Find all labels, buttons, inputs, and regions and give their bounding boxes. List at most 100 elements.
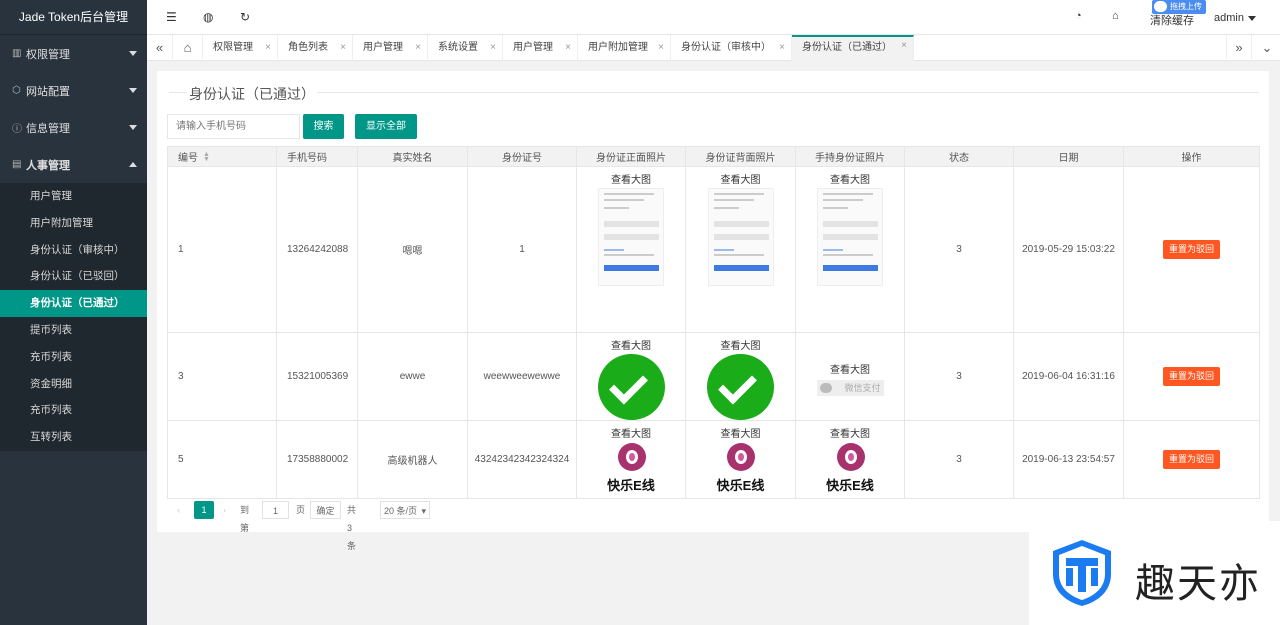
tab-user-extra[interactable]: 用户附加管理 × [578,35,671,61]
tab-user-manage-2[interactable]: 用户管理 × [503,35,578,61]
view-large-link[interactable]: 查看大图 [611,425,651,440]
sidebar-item-withdraw-list[interactable]: 提币列表 [0,317,147,344]
page-number-current[interactable]: 1 [194,501,214,519]
globe-icon[interactable]: ◍ [203,10,213,24]
reset-to-rejected-button[interactable]: 重置为驳回 [1162,450,1220,469]
nav-group-info[interactable]: ⓘ 信息管理 [0,109,147,146]
id-front-thumbnail[interactable] [598,188,664,286]
nav-group-label: 网站配置 [26,85,70,98]
cell-front-photo: 查看大图 [576,333,685,420]
page-size-select[interactable]: 20 条/页 ▾ [380,501,430,519]
sidebar-item-fund-details[interactable]: 资金明细 [0,371,147,398]
goto-page-input[interactable]: 1 [262,501,289,519]
content-panel: 身份认证（已通过） 搜索 显示全部 编号 ▲▼ 手机号码 真实姓名 身份证号 身份… [157,71,1269,551]
tab-permission[interactable]: 权限管理 × [203,35,278,61]
cell-handheld-photo: 查看大图 微信支付 [795,333,904,420]
column-header-id[interactable]: 编号 ▲ ▼ [167,147,276,166]
view-large-link[interactable]: 查看大图 [721,425,761,440]
id-handheld-thumbnail[interactable] [817,188,883,286]
sidebar-item-deposit-list-2[interactable]: 充币列表 [0,397,147,424]
cell-action: 重置为驳回 [1123,421,1260,498]
sidebar-item-auth-approved[interactable]: 身份认证（已通过） [0,290,147,317]
view-large-link[interactable]: 查看大图 [721,337,761,352]
view-large-link[interactable]: 查看大图 [611,337,651,352]
close-icon[interactable]: × [340,35,346,61]
nav-group-label: 权限管理 [26,48,70,61]
cell-idno: weewweewewwe [467,333,576,420]
show-all-button[interactable]: 显示全部 [355,114,417,139]
sidebar-item-auth-rejected[interactable]: 身份认证（已驳回） [0,263,147,290]
cell-date: 2019-05-29 15:03:22 [1013,167,1123,332]
kuaile-logo-icon [836,443,865,471]
home-tab-icon[interactable]: ⌂ [173,35,203,61]
column-header-name: 真实姓名 [357,147,467,166]
clear-cache-link[interactable]: 清除缓存 [1150,12,1194,28]
chevron-down-icon [129,51,137,56]
menu-toggle-icon[interactable]: ☰ [166,10,177,24]
search-button[interactable]: 搜索 [303,114,344,139]
sidebar-item-user-manage[interactable]: 用户管理 [0,183,147,210]
nav-group-site-config[interactable]: ⬡ 网站配置 [0,72,147,109]
check-circle-icon[interactable] [707,354,774,420]
close-icon[interactable]: × [658,35,664,61]
reset-to-rejected-button[interactable]: 重置为驳回 [1162,240,1220,259]
view-large-link[interactable]: 查看大图 [721,171,761,186]
user-menu[interactable]: admin [1214,12,1256,24]
close-icon[interactable]: × [901,35,907,57]
sidebar-item-auth-pending[interactable]: 身份认证（审核中） [0,237,147,264]
cloud-icon [1154,1,1167,12]
cell-status: 3 [904,333,1013,420]
table-row: 3 15321005369 ewwe weewweewewwe 查看大图 查看大… [167,333,1260,421]
tab-user-manage[interactable]: 用户管理 × [353,35,428,61]
id-back-thumbnail[interactable] [707,188,774,286]
tab-role-list[interactable]: 角色列表 × [278,35,353,61]
column-header-handheld-photo: 手持身份证照片 [795,147,904,166]
reset-to-rejected-button[interactable]: 重置为驳回 [1162,367,1220,386]
close-icon[interactable]: × [565,35,571,61]
column-header-phone: 手机号码 [276,147,357,166]
tab-auth-pending[interactable]: 身份认证（审核中） × [671,35,792,61]
close-icon[interactable]: × [779,35,785,61]
info-icon: ⓘ [12,124,22,135]
sort-icon[interactable]: ▲ ▼ [203,151,210,163]
prev-page-icon[interactable]: ‹ [177,501,180,519]
sidebar-item-deposit-list[interactable]: 充币列表 [0,344,147,371]
nav-group-permission[interactable]: ▥ 权限管理 [0,35,147,72]
goto-confirm-button[interactable]: 确定 [310,501,341,519]
dashboard-icon[interactable]: ◔ [1075,10,1082,22]
tab-auth-approved[interactable]: 身份认证（已通过） × [792,35,914,61]
phone-search-input[interactable] [167,114,300,139]
kuaile-logo-thumbnail[interactable]: 快乐E线 [817,442,884,493]
view-large-link[interactable]: 查看大图 [611,171,651,186]
refresh-icon[interactable]: ↻ [240,10,250,24]
header-label: 编号 [178,153,198,164]
goto-prefix-label: 到第 [240,505,250,533]
view-large-link[interactable]: 查看大图 [830,425,870,440]
close-icon[interactable]: × [415,35,421,61]
upload-badge[interactable]: 拖拽上传 [1152,0,1206,14]
tab-system-settings[interactable]: 系统设置 × [428,35,503,61]
tabs-scroll-left-icon[interactable]: « [147,35,173,61]
cell-name: 嗯嗯 [357,167,467,332]
kuaile-logo-thumbnail[interactable]: 快乐E线 [598,442,665,493]
check-circle-icon[interactable] [597,354,665,420]
personnel-submenu: 用户管理 用户附加管理 身份认证（审核中） 身份认证（已驳回） 身份认证（已通过… [0,183,147,451]
kuaile-logo-thumbnail[interactable]: 快乐E线 [707,442,774,493]
nav-group-personnel[interactable]: ▤ 人事管理 [0,146,147,183]
close-icon[interactable]: × [490,35,496,61]
close-icon[interactable]: × [265,35,271,61]
tab-label: 身份认证（已通过） [802,42,892,53]
next-page-icon[interactable]: › [223,501,226,519]
tag-icon[interactable]: ⌂ [1112,10,1119,22]
column-header-action: 操作 [1123,147,1260,166]
cell-front-photo: 查看大图 [576,167,685,332]
view-large-link[interactable]: 查看大图 [830,171,870,186]
chevron-down-icon[interactable]: ⌄ [1254,35,1280,61]
sidebar-item-transfer-list[interactable]: 互转列表 [0,424,147,451]
wechat-pay-thumbnail[interactable]: 微信支付 [816,380,884,396]
view-large-link[interactable]: 查看大图 [830,361,870,376]
sidebar-item-user-extra[interactable]: 用户附加管理 [0,210,147,237]
header-label: 手机号码 [287,153,327,164]
tabs-scroll-right-icon[interactable]: » [1226,35,1252,61]
site-config-icon: ⬡ [12,85,21,96]
